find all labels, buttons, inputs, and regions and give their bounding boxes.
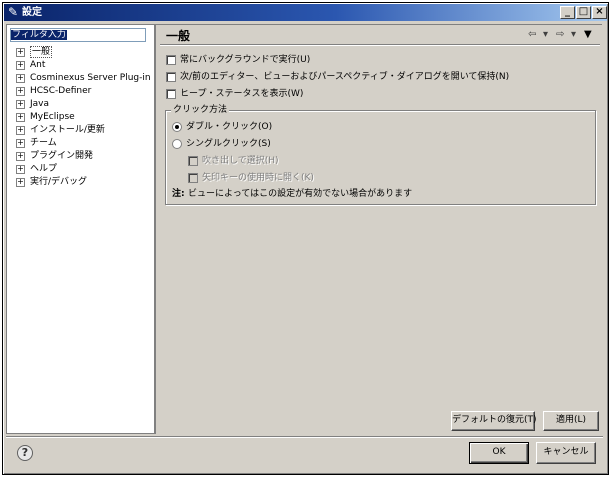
tree-item-java[interactable]: + Java (16, 98, 49, 111)
tree-item-run-debug[interactable]: + 実行/デバッグ (16, 176, 87, 189)
view-menu-chevron-icon[interactable]: ▼ (584, 29, 592, 40)
expand-icon[interactable]: + (16, 139, 25, 148)
arrow-keys-open-checkbox (188, 173, 198, 183)
expand-icon[interactable]: + (16, 100, 25, 109)
tree-item-general[interactable]: + 一般 (16, 46, 53, 59)
help-icon[interactable]: ? (17, 445, 33, 461)
tree-item-install-update[interactable]: + インストール/更新 (16, 124, 105, 137)
minimize-button[interactable]: _ (560, 6, 575, 19)
single-click-radio[interactable] (172, 139, 182, 149)
back-menu-chevron-icon[interactable]: ▾ (543, 29, 548, 40)
keep-next-prev-dialog-checkbox[interactable] (166, 72, 176, 82)
tree-item-plugin-dev[interactable]: + プラグイン開発 (16, 150, 93, 163)
settings-icon: ✎ (8, 5, 19, 19)
title-divider (160, 44, 600, 46)
forward-menu-chevron-icon[interactable]: ▾ (571, 29, 576, 40)
forward-arrow-icon[interactable]: ⇨ (556, 29, 564, 40)
expand-icon[interactable]: + (16, 61, 25, 70)
tree-item-label: プラグイン開発 (30, 151, 94, 161)
tree-item-ant[interactable]: + Ant (16, 59, 45, 72)
tree-item-cosminexus[interactable]: + Cosminexus Server Plug-in (16, 72, 151, 85)
tree-item-label: Cosminexus Server Plug-in (30, 73, 151, 83)
expand-icon[interactable]: + (16, 178, 25, 187)
back-arrow-icon[interactable]: ⇦ (528, 29, 536, 40)
tree-item-label: ヘルプ (30, 164, 58, 174)
tree-item-label: Ant (30, 60, 46, 70)
tree-item-label: インストール/更新 (30, 125, 105, 135)
restore-defaults-button[interactable]: デフォルトの復元(T) (451, 411, 537, 431)
close-button[interactable]: × (592, 6, 607, 19)
hover-select-checkbox (188, 156, 198, 166)
double-click-label[interactable]: ダブル・クリック(O) (186, 121, 272, 133)
bottom-divider (6, 436, 603, 438)
show-heap-status-checkbox[interactable] (166, 89, 176, 99)
expand-icon[interactable]: + (16, 113, 25, 122)
run-in-background-checkbox[interactable] (166, 55, 176, 65)
tree-item-label: HCSC-Definer (30, 86, 92, 96)
expand-icon[interactable]: + (16, 74, 25, 83)
title-bar[interactable]: ✎ 設定 _ □ × (4, 4, 607, 21)
preference-page-panel (155, 24, 602, 434)
expand-icon[interactable]: + (16, 48, 25, 57)
tree-item-help[interactable]: + ヘルプ (16, 163, 57, 176)
tree-item-label: 一般 (30, 46, 53, 58)
tree-item-label: チーム (30, 138, 57, 148)
tree-item-label: 実行/デバッグ (30, 177, 88, 187)
tree-item-myeclipse[interactable]: + MyEclipse (16, 111, 75, 124)
tree-item-label: Java (30, 99, 50, 109)
cancel-button[interactable]: キャンセル (536, 442, 596, 464)
click-method-group-title: クリック方法 (171, 104, 230, 116)
expand-icon[interactable]: + (16, 87, 25, 96)
double-click-radio[interactable] (172, 122, 182, 132)
expand-icon[interactable]: + (16, 152, 25, 161)
maximize-button[interactable]: □ (576, 6, 591, 19)
note-prefix: 注: (172, 189, 185, 199)
window-title: 設定 (22, 7, 42, 18)
tree-item-team[interactable]: + チーム (16, 137, 57, 150)
note-text: ビューによってはこの設定が有効でない場合があります (188, 189, 413, 199)
tree-item-label: MyEclipse (30, 112, 75, 122)
ok-button[interactable]: OK (469, 442, 529, 464)
expand-icon[interactable]: + (16, 165, 25, 174)
apply-button[interactable]: 適用(L) (543, 411, 599, 431)
expand-icon[interactable]: + (16, 126, 25, 135)
single-click-label[interactable]: シングルクリック(S) (186, 138, 271, 150)
filter-input[interactable]: フィルタ入力 (10, 28, 146, 42)
arrow-keys-open-label: 矢印キーの使用時に開く(K) (202, 173, 314, 183)
tree-item-hcsc-definer[interactable]: + HCSC-Definer (16, 85, 91, 98)
run-in-background-label[interactable]: 常にバックグラウンドで実行(U) (180, 54, 310, 66)
show-heap-status-label[interactable]: ヒープ・ステータスを表示(W) (180, 88, 303, 100)
keep-next-prev-dialog-label[interactable]: 次/前のエディター、ビューおよびパースペクティブ・ダイアログを開いて保持(N) (180, 71, 509, 83)
filter-placeholder: フィルタ入力 (11, 30, 67, 40)
page-title: 一般 (166, 29, 191, 43)
hover-select-label: 吹き出しで選択(H) (202, 156, 279, 166)
radio-selected-dot (175, 125, 179, 129)
